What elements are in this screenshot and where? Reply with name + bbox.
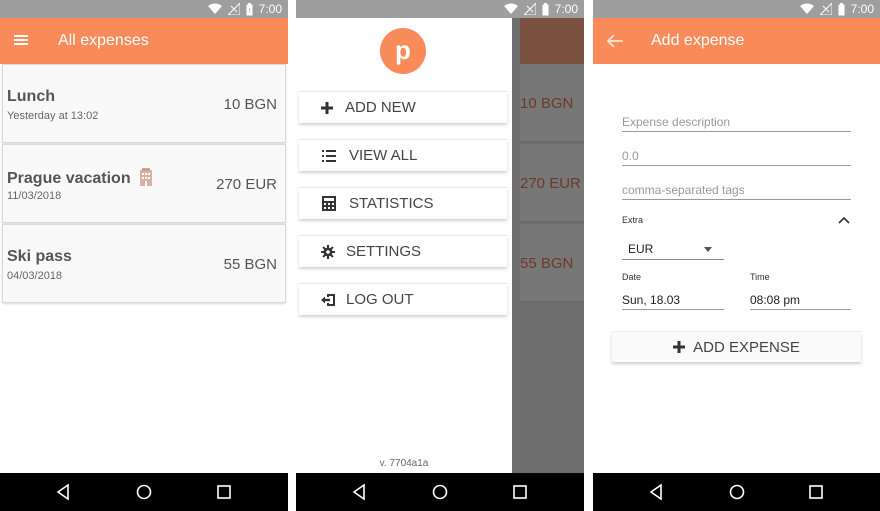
expense-name: Lunch: [7, 88, 55, 105]
gear-icon: [320, 244, 336, 259]
menu-item-label: ADD NEW: [345, 99, 416, 116]
battery-icon: [838, 2, 845, 15]
calculator-icon: [321, 196, 337, 211]
screen-nav-drawer: 7:00 10 BGN 270 EUR 55 BGN p ADD NEW VIE…: [296, 0, 584, 511]
page-title: Add expense: [651, 32, 745, 49]
building-icon: [140, 168, 153, 186]
battery-icon: !: [246, 2, 253, 15]
currency-value: EUR: [628, 242, 654, 256]
logo-letter: p: [395, 35, 411, 65]
expense-date: 11/03/2018: [7, 190, 62, 202]
navigation-bar: [296, 473, 584, 511]
list-icon: [321, 149, 337, 163]
signal-icon: [819, 3, 832, 15]
menu-item-label: SETTINGS: [346, 243, 422, 260]
chevron-up-icon[interactable]: [838, 216, 850, 224]
menu-item-settings[interactable]: SETTINGS: [299, 235, 507, 267]
expense-card[interactable]: Lunch Yesterday at 13:02 10 BGN: [2, 64, 286, 143]
expense-name: Prague vacation: [7, 168, 153, 188]
expense-date: Yesterday at 13:02: [7, 110, 99, 122]
tags-input[interactable]: comma-separated tags: [622, 183, 851, 200]
amount-input[interactable]: 0.0: [622, 149, 851, 166]
add-expense-label: ADD EXPENSE: [693, 338, 800, 356]
plus-icon: [319, 101, 335, 114]
home-icon[interactable]: [135, 483, 153, 501]
status-bar: 7:00: [296, 0, 584, 18]
currency-select[interactable]: EUR: [622, 242, 724, 260]
status-time: 7:00: [258, 2, 282, 16]
menu-item-label: STATISTICS: [349, 195, 434, 212]
plus-icon: [673, 341, 686, 353]
extra-label: Extra: [622, 215, 644, 225]
behind-amount: 270 EUR: [520, 175, 581, 192]
back-icon[interactable]: [648, 483, 664, 501]
add-expense-button[interactable]: ADD EXPENSE: [612, 331, 861, 362]
signal-icon: [523, 3, 536, 15]
navigation-bar: [0, 473, 288, 511]
screen-add-expense: 7:00 Add expense Expense description 0.0…: [593, 0, 880, 511]
wifi-icon: [503, 3, 518, 14]
menu-item-log-out[interactable]: LOG OUT: [299, 283, 507, 315]
recents-icon[interactable]: [512, 483, 528, 501]
battery-icon: [542, 2, 549, 15]
nav-drawer: p ADD NEW VIEW ALL STATISTICS SETTINGS L…: [296, 18, 512, 473]
scrim-appbar: [520, 18, 584, 64]
version-label: v. 7704a1a: [379, 458, 429, 469]
time-field[interactable]: 08:08 pm: [750, 293, 851, 310]
expense-card[interactable]: Prague vacation 11/03/2018 270 EUR: [2, 144, 286, 223]
status-bar: ! 7:00: [0, 0, 288, 18]
status-bar: 7:00: [593, 0, 880, 18]
back-icon[interactable]: [351, 483, 367, 501]
expense-name: Ski pass: [7, 248, 72, 265]
app-logo: p: [380, 28, 426, 74]
description-input[interactable]: Expense description: [622, 115, 851, 132]
back-icon[interactable]: [55, 483, 71, 501]
signal-icon: [227, 3, 240, 15]
menu-item-add-new[interactable]: ADD NEW: [299, 91, 507, 123]
menu-item-statistics[interactable]: STATISTICS: [299, 187, 507, 219]
page-title: All expenses: [58, 32, 149, 49]
home-icon[interactable]: [431, 483, 449, 501]
expense-amount: 55 BGN: [223, 256, 277, 273]
behind-amount: 55 BGN: [520, 255, 574, 272]
expense-name-text: Prague vacation: [7, 170, 131, 187]
expense-date: 04/03/2018: [7, 270, 63, 282]
app-bar: Add expense: [593, 18, 880, 64]
recents-icon[interactable]: [808, 483, 824, 501]
status-time: 7:00: [850, 2, 874, 16]
menu-item-label: LOG OUT: [346, 291, 414, 308]
app-bar: All expenses: [0, 18, 288, 64]
wifi-icon: [799, 3, 814, 14]
logout-icon: [320, 293, 336, 306]
date-label: Date: [622, 272, 642, 282]
menu-item-label: VIEW ALL: [349, 147, 418, 164]
arrow-back-icon[interactable]: [605, 32, 625, 50]
dropdown-arrow-icon: [704, 247, 712, 252]
recents-icon[interactable]: [216, 483, 232, 501]
wifi-icon: [207, 3, 222, 14]
date-field[interactable]: Sun, 18.03: [622, 293, 724, 310]
expense-amount: 10 BGN: [223, 96, 277, 113]
menu-icon[interactable]: [14, 31, 30, 49]
expense-amount: 270 EUR: [216, 176, 277, 193]
navigation-bar: [593, 473, 880, 511]
time-label: Time: [750, 272, 770, 282]
screen-all-expenses: ! 7:00 All expenses Lunch Yesterday at 1…: [0, 0, 288, 511]
status-time: 7:00: [554, 2, 578, 16]
svg-text:!: !: [248, 8, 250, 15]
menu-item-view-all[interactable]: VIEW ALL: [299, 139, 507, 171]
expense-card[interactable]: Ski pass 04/03/2018 55 BGN: [2, 224, 286, 303]
behind-amount: 10 BGN: [520, 95, 574, 112]
scrim[interactable]: 10 BGN 270 EUR 55 BGN: [512, 18, 584, 473]
home-icon[interactable]: [728, 483, 746, 501]
